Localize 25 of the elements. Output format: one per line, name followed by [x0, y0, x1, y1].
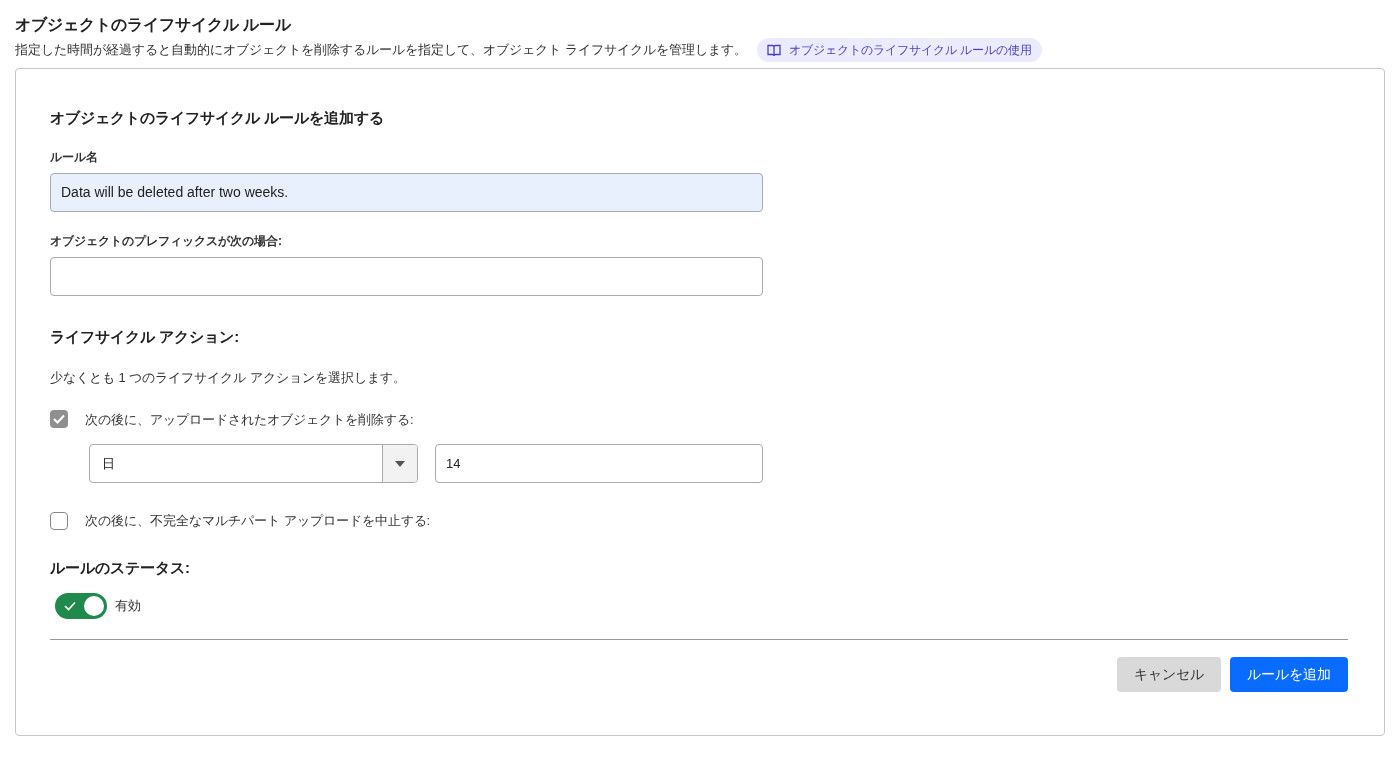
cancel-button[interactable]: キャンセル	[1117, 657, 1221, 692]
unit-dropdown[interactable]: 日	[89, 444, 418, 483]
field-label: オブジェクトのプレフィックスが次の場合:	[50, 232, 283, 250]
toggle-knob	[84, 596, 104, 616]
checkbox-label: 次の後に、不完全なマルチパート アップロードを中止する:	[85, 512, 431, 530]
field-label: ルール名	[50, 148, 99, 166]
status-label: 有効	[115, 597, 141, 616]
form-heading: オブジェクトのライフサイクル ルールを追加する	[50, 108, 386, 128]
book-icon	[766, 43, 781, 57]
help-text: 少なくとも 1 つのライフサイクル アクションを選択します。	[50, 369, 408, 387]
amount-field[interactable]: 14	[435, 444, 763, 483]
check-icon	[64, 601, 76, 611]
add-rule-button[interactable]: ルールを追加	[1230, 657, 1348, 692]
page-description: 指定した時間が経過すると自動的にオブジェクトを削除するルールを指定して、オブジェクト ライフサイクルを管理します。	[15, 41, 747, 60]
status-toggle[interactable]	[55, 593, 107, 619]
documentation-link[interactable]: オブジェクトのライフサイクル ルールの使用	[756, 38, 1042, 62]
section-heading: ライフサイクル アクション:	[50, 326, 241, 347]
rule-name-field[interactable]: Data will be deleted after two weeks.	[50, 172, 763, 212]
prefix-field[interactable]	[50, 256, 763, 296]
section-heading: ルールのステータス:	[50, 557, 191, 578]
checkbox[interactable]	[50, 410, 68, 429]
checkbox[interactable]	[50, 511, 68, 530]
caret-icon	[395, 460, 405, 467]
checkbox-label: 次の後に、アップロードされたオブジェクトを削除する:	[85, 410, 414, 429]
page-title: オブジェクトのライフサイクル ルール	[15, 15, 293, 35]
